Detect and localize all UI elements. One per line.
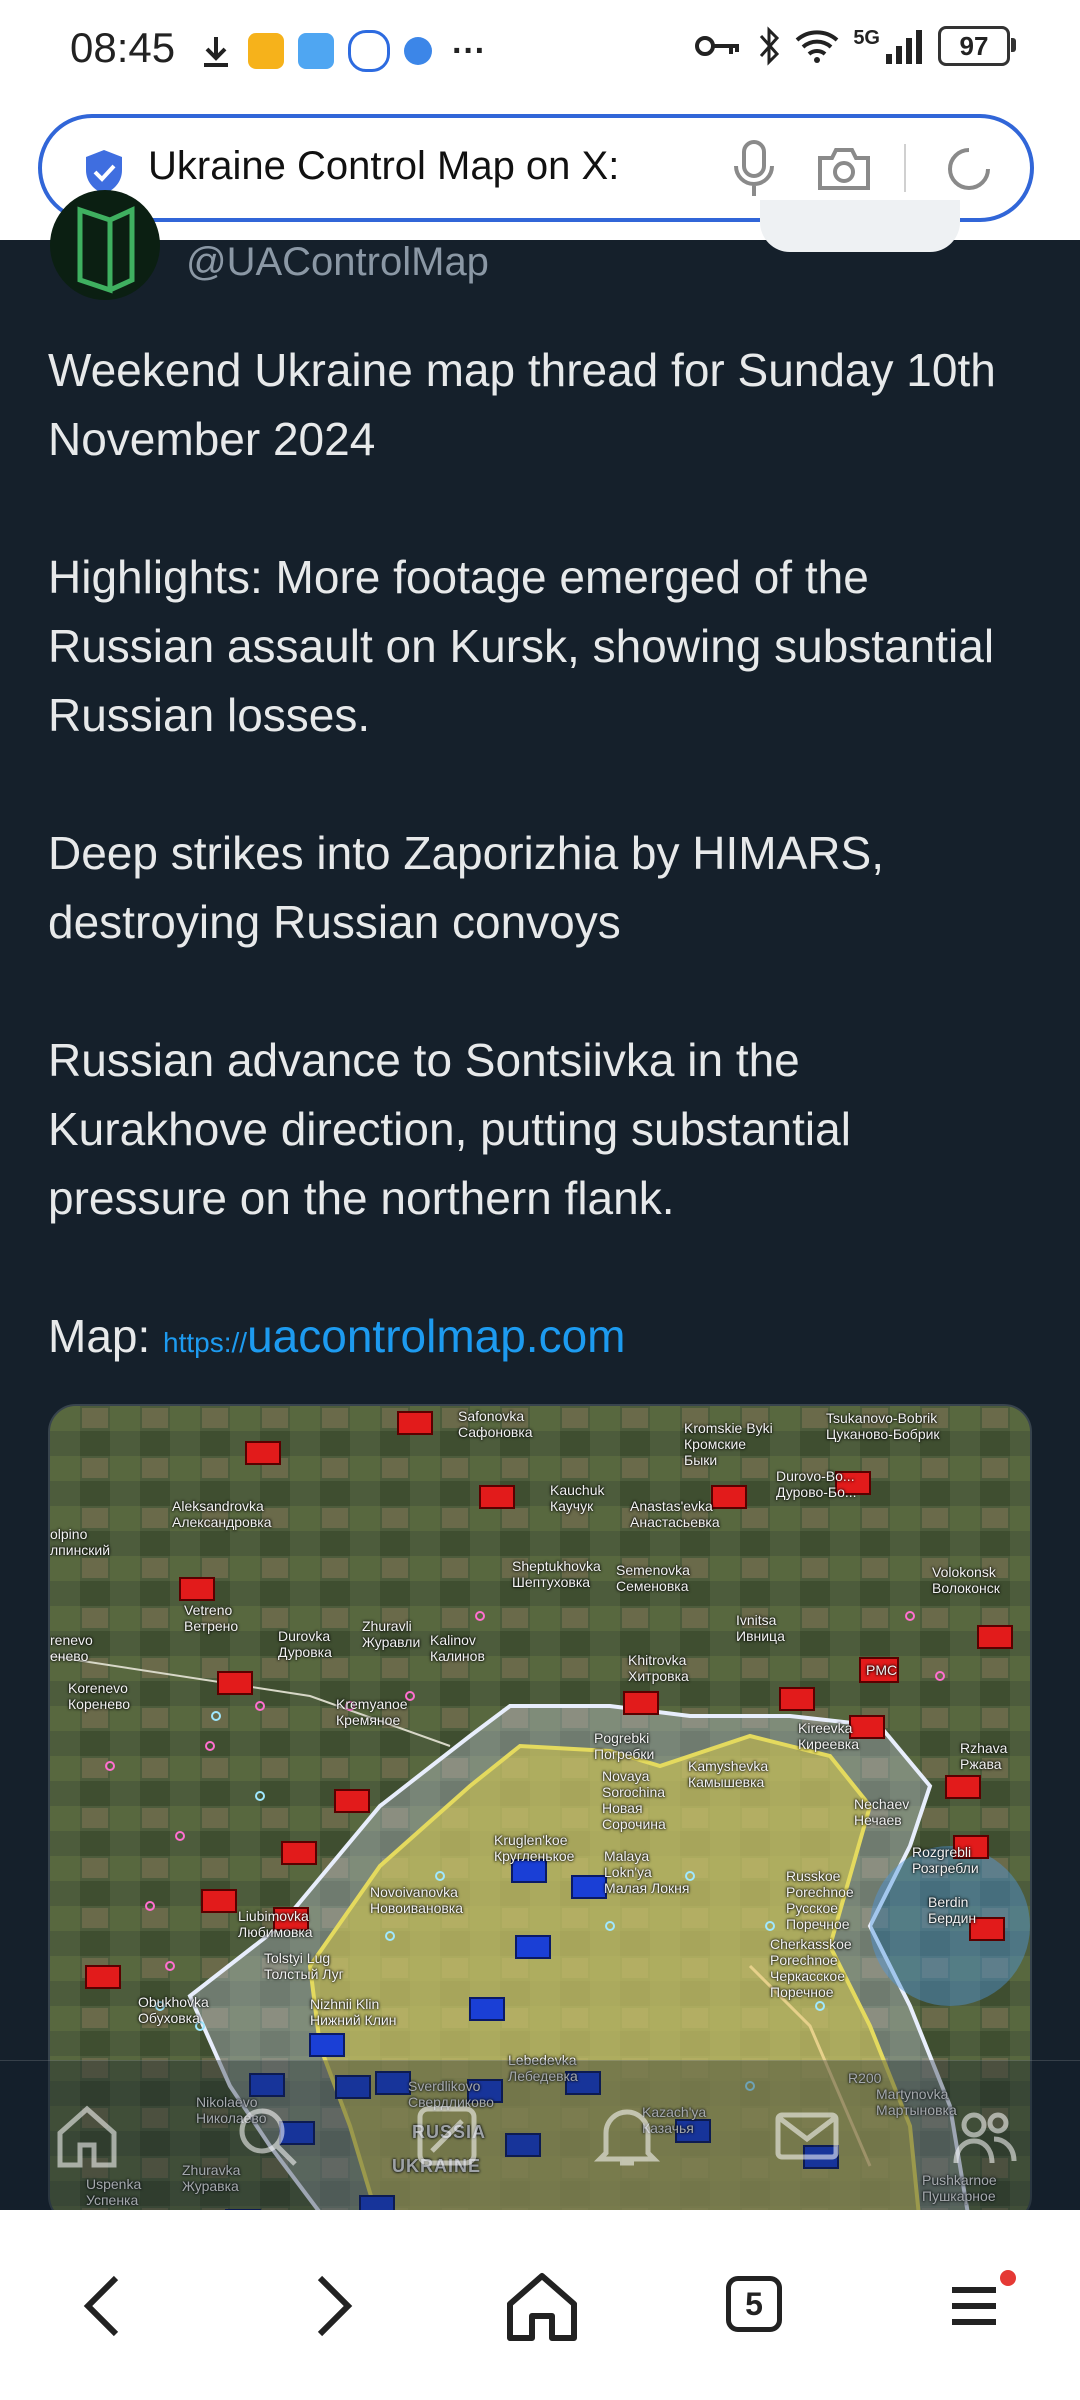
loading-spinner-icon[interactable]	[944, 144, 994, 194]
map-label-korenevo: Korenevo Коренево	[68, 1680, 131, 1712]
notification-icons: ···	[198, 30, 486, 72]
communities-icon[interactable]	[950, 2101, 1020, 2171]
map-label-anastas: Anastas'evka Анастасьевка	[630, 1498, 720, 1530]
map-label-kamyshevka: Kamyshevka Камышевка	[688, 1758, 769, 1790]
tweet-map-line: Map: https://uacontrolmap.com	[48, 1302, 1028, 1377]
microphone-icon[interactable]	[732, 140, 776, 198]
signal-icon	[886, 30, 922, 64]
map-label-tolstyi: Tolstyi Lug Толстый Луг	[264, 1950, 344, 1982]
weather-icon	[298, 33, 334, 69]
key-icon	[695, 36, 740, 56]
map-label-berdin: Berdin Бердин	[928, 1894, 977, 1926]
map-label-novoivanovka: Novoivanovka Новоивановка	[370, 1884, 464, 1916]
map-label-vetreno: Vetreno Ветрено	[184, 1602, 239, 1634]
map-label-volokonsk: Volokonsk Волоконск	[932, 1564, 1000, 1596]
map-label-kireevka: Kireevka Киреевка	[798, 1720, 859, 1752]
map-label-tsukanovo: Tsukanovo-Bobrik Цуканово-Бобрик	[826, 1410, 940, 1442]
more-notifications-icon: ···	[452, 31, 486, 70]
map-label-russkoe: Russkoe Porechnoe Русское Поречное	[786, 1868, 854, 1932]
map-label-obukhovka: Obukhovka Обуховка	[138, 1994, 209, 2026]
user-handle[interactable]: @UAControlMap	[186, 240, 489, 285]
map-label-olpino: olpino лпинский	[50, 1526, 111, 1558]
follow-button[interactable]	[760, 200, 960, 252]
link-scheme[interactable]: https://	[163, 1327, 247, 1358]
map-label-khitrovka: Khitrovka Хитровка	[628, 1652, 689, 1684]
map-label-durovo: Durovo-Bo... Дурово-Бо...	[776, 1468, 857, 1500]
map-label-pmc: PMC	[866, 1662, 898, 1678]
tweet-text: Weekend Ukraine map thread for Sunday 10…	[48, 336, 1028, 1446]
map-label-aleksandrovka: Aleksandrovka Александровка	[172, 1498, 272, 1530]
avatar-map-icon	[77, 206, 135, 294]
map-label-krenevo: renevo енево	[50, 1632, 93, 1664]
clock: 08:45	[70, 24, 176, 71]
link-domain[interactable]: uacontrolmap.com	[247, 1310, 625, 1362]
tweet-paragraph: Weekend Ukraine map thread for Sunday 10…	[48, 344, 996, 465]
map-label-kalinov: Kalinov Калинов	[430, 1632, 485, 1664]
ball-icon	[404, 37, 432, 65]
address-divider	[904, 144, 906, 192]
tabs-button[interactable]: 5	[716, 2266, 796, 2346]
forward-arrow-icon[interactable]	[290, 2266, 370, 2346]
home-icon[interactable]	[52, 2101, 122, 2171]
browser-bottom-bar: 5	[0, 2210, 1080, 2400]
tweet-paragraph: Highlights: More footage emerged of the …	[48, 551, 995, 741]
map-label-novaya: Novaya Sorochina Новая Сорочина	[602, 1768, 666, 1832]
home-button-icon[interactable]	[502, 2266, 582, 2346]
tweet-paragraph: Deep strikes into Zaporizhia by HIMARS, …	[48, 827, 884, 948]
map-label-pogrebki: Pogrebki Погребки	[594, 1730, 655, 1762]
weibo-icon	[248, 33, 284, 69]
map-label-kremyanoe: Kremyanoe Кремяное	[336, 1696, 408, 1728]
download-icon	[204, 37, 228, 67]
map-label-sheptukhovka: Sheptukhovka Шептуховка	[512, 1558, 601, 1590]
system-icons: 5G 97	[695, 26, 1016, 66]
map-label-liubimovka: Liubimovka Любимовка	[238, 1908, 313, 1940]
map-link[interactable]: https://uacontrolmap.com	[163, 1310, 625, 1362]
map-label-cherkasskoe: Cherkasskoe Porechnoe Черкасское Поречно…	[770, 1936, 852, 2000]
map-label-kruglenkoe: Kruglen'koe Кругленькое	[494, 1832, 575, 1864]
address-text[interactable]: Ukraine Control Map on X:	[148, 144, 619, 189]
map-label-kromskie: Kromskie Byki Кромские Быки	[684, 1420, 773, 1468]
shield-check-icon	[86, 150, 122, 194]
map-label-kauchuk: Kauchuk Каучук	[550, 1482, 605, 1514]
map-prefix: Map:	[48, 1310, 164, 1362]
search-icon[interactable]	[232, 2101, 302, 2171]
tweet-paragraph: Russian advance to Sontsiivka in the Kur…	[48, 1034, 851, 1224]
notifications-bell-icon[interactable]	[592, 2101, 662, 2171]
map-label-nechaev: Nechaev Нечаев	[854, 1796, 910, 1828]
status-bar: 08:45 ··· 5G 97	[0, 0, 1080, 100]
map-label-durovka: Durovka Дуровка	[278, 1628, 332, 1660]
battery-indicator: 97	[938, 26, 1016, 66]
map-label-safonovka: Safonovka Сафоновка	[458, 1408, 533, 1440]
map-label-rozgrebli: Rozgrebli Розгребли	[912, 1844, 979, 1876]
bluetooth-icon	[760, 26, 780, 66]
x-bottom-nav	[0, 2060, 1080, 2211]
grok-icon[interactable]	[412, 2101, 482, 2171]
map-label-zhuravli: Zhuravli Журавли	[362, 1618, 421, 1650]
wifi-icon	[795, 30, 839, 63]
ifly-icon	[348, 30, 390, 72]
map-label-nizhnii: Nizhnii Klin Нижний Клин	[310, 1996, 397, 2028]
camera-icon[interactable]	[816, 144, 872, 192]
network-type: 5G	[853, 26, 880, 49]
tab-count[interactable]: 5	[726, 2276, 782, 2332]
messages-icon[interactable]	[772, 2101, 842, 2171]
avatar[interactable]	[50, 190, 160, 300]
map-label-semenovka: Semenovka Семеновка	[616, 1562, 690, 1594]
map-label-rzhava: Rzhava Ржава	[960, 1740, 1008, 1772]
back-arrow-icon[interactable]	[66, 2266, 146, 2346]
map-label-malaya: Malaya Lokn'ya Малая Локня	[604, 1848, 690, 1896]
menu-notification-dot	[1000, 2270, 1016, 2286]
map-label-ivnitsa: Ivnitsa Ивница	[736, 1612, 785, 1644]
